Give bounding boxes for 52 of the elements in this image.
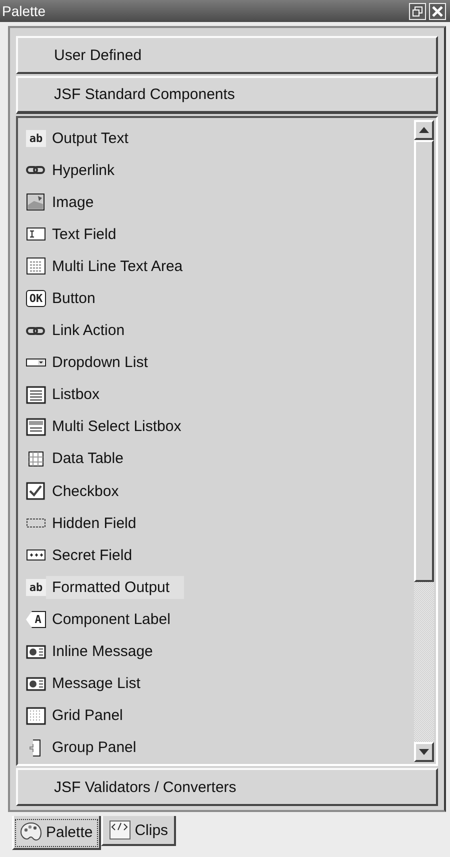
message-icon	[26, 642, 46, 661]
message-icon	[26, 674, 46, 693]
window-title: Palette	[2, 3, 46, 19]
component-item[interactable]: Multi Select Listbox	[46, 415, 196, 438]
section-header[interactable]: JSF Standard Components	[16, 76, 438, 114]
image-icon	[26, 193, 46, 212]
text-glyph-icon: ab	[26, 578, 46, 596]
component-item[interactable]: Secret Field	[46, 544, 146, 567]
scroll-down-button[interactable]	[414, 742, 434, 762]
component-item[interactable]: Dropdown List	[46, 351, 162, 374]
list-icon	[26, 386, 46, 404]
component-item[interactable]: Image	[46, 190, 108, 214]
component-item[interactable]: Grid Panel	[46, 704, 137, 728]
component-item[interactable]: Message List	[46, 672, 154, 696]
component-item[interactable]: Data Table	[46, 447, 138, 470]
list-icon	[26, 418, 46, 436]
component-item[interactable]: Multi Line Text Area	[46, 254, 197, 278]
scroll-thumb[interactable]	[414, 140, 434, 582]
ok-button-icon: OK	[26, 290, 46, 308]
label-tag-icon: A	[26, 610, 46, 628]
checkbox-icon	[26, 482, 46, 500]
component-item[interactable]: Component Label	[46, 608, 184, 631]
component-item[interactable]: Formatted Output	[46, 576, 184, 599]
up-arrow-icon	[419, 127, 429, 133]
component-item[interactable]: Link Action	[46, 319, 139, 342]
component-item[interactable]: Checkbox	[46, 480, 133, 503]
tab[interactable]: Palette	[12, 816, 101, 850]
section-header[interactable]: JSF Validators / Converters	[16, 768, 438, 806]
component-item[interactable]: Text Field	[46, 222, 130, 246]
scrollbar[interactable]	[414, 120, 434, 762]
text-field-icon	[26, 225, 46, 244]
palette-icon	[20, 822, 42, 842]
component-item[interactable]: Output Text	[46, 126, 142, 150]
component-item[interactable]: Hyperlink	[46, 158, 129, 182]
close-icon	[432, 6, 443, 16]
component-item[interactable]: Listbox	[46, 383, 114, 406]
close-button[interactable]	[429, 2, 446, 20]
component-item[interactable]: Hidden Field	[46, 512, 150, 535]
restore-button[interactable]	[409, 2, 426, 20]
text-glyph-icon: ab	[26, 130, 46, 147]
scroll-up-button[interactable]	[414, 120, 434, 140]
section-header[interactable]: User Defined	[16, 36, 438, 74]
code-clip-icon	[108, 820, 131, 840]
text-area-icon	[26, 257, 46, 276]
restore-icon	[412, 6, 423, 16]
component-item[interactable]: Button	[46, 287, 110, 310]
component-item[interactable]: Inline Message	[46, 640, 167, 664]
component-item[interactable]: Group Panel	[46, 736, 150, 760]
down-arrow-icon	[419, 749, 429, 755]
table-icon	[26, 450, 46, 468]
grid-icon	[26, 706, 46, 725]
tab[interactable]: Clips	[100, 816, 176, 846]
